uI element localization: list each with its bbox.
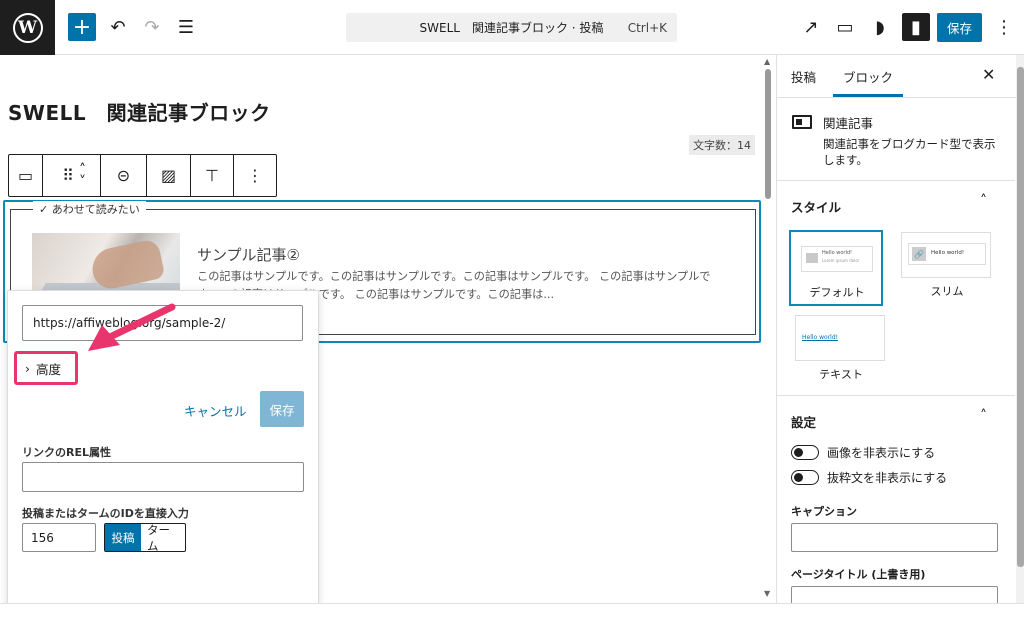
block-description: 関連記事をブログカード型で表示します。 bbox=[823, 137, 996, 167]
character-count: 文字数：14 bbox=[689, 135, 755, 155]
link-icon: 🔗 bbox=[912, 247, 926, 261]
styles-heading[interactable]: スタイル bbox=[791, 197, 841, 216]
document-overview-icon[interactable]: ☰ bbox=[172, 13, 200, 41]
settings-sidebar: 投稿 ブロック ✕ 関連記事 関連記事をブログカード型で表示します。 スタイル … bbox=[776, 55, 1024, 603]
type-post-button[interactable]: 投稿 bbox=[105, 524, 141, 551]
type-term-button[interactable]: ターム bbox=[141, 524, 185, 551]
block-toolbar: ▭ ⠿ ˄ ˅ ⊝ ▨ ⊤ ⋮ bbox=[8, 154, 277, 197]
page-title-label: ページタイトル (上書き用) bbox=[791, 568, 926, 581]
style-label: テキスト bbox=[819, 368, 863, 381]
preview-icon[interactable]: ▭ bbox=[831, 13, 859, 41]
toggle-label: 抜粋文を非表示にする bbox=[827, 471, 948, 485]
chevron-up-icon[interactable]: ˄ bbox=[980, 408, 987, 424]
block-mover: ⠿ ˄ ˅ bbox=[43, 155, 101, 196]
hide-image-icon[interactable]: ▨ bbox=[147, 155, 191, 196]
settings-sidebar-toggle[interactable]: ▮ bbox=[902, 13, 930, 41]
style-label: デフォルト bbox=[809, 286, 865, 299]
editor-scrollbar-thumb[interactable] bbox=[765, 69, 771, 199]
options-menu-icon[interactable]: ⋮ bbox=[990, 13, 1018, 41]
save-button[interactable]: 保存 bbox=[937, 13, 982, 42]
block-name: 関連記事 bbox=[823, 116, 874, 131]
bottom-bar bbox=[0, 603, 1024, 625]
toggle-label: 画像を非表示にする bbox=[827, 446, 936, 460]
advanced-toggle[interactable]: › 高度 bbox=[14, 351, 78, 385]
tab-post[interactable]: 投稿 bbox=[791, 67, 816, 86]
hide-excerpt-toggle[interactable] bbox=[791, 470, 819, 485]
rel-attribute-input[interactable] bbox=[22, 462, 304, 492]
style-preview-text: Hello world! bbox=[802, 334, 839, 341]
height-icon[interactable]: ⊤ bbox=[191, 155, 234, 196]
post-id-input[interactable]: 156 bbox=[22, 523, 96, 552]
tab-block[interactable]: ブロック bbox=[843, 67, 893, 86]
annotation-arrow-icon bbox=[88, 303, 176, 351]
hide-image-toggle[interactable] bbox=[791, 445, 819, 460]
tabs-divider bbox=[777, 97, 1024, 98]
caption-label: キャプション bbox=[791, 505, 857, 518]
advanced-label: 高度 bbox=[36, 361, 62, 377]
chevron-right-icon: › bbox=[25, 360, 30, 376]
id-type-toggle: 投稿 ターム bbox=[104, 523, 186, 552]
sidebar-scrollbar-thumb[interactable] bbox=[1017, 67, 1024, 567]
drag-handle-icon[interactable]: ⠿ bbox=[57, 166, 79, 185]
related-block-icon bbox=[792, 115, 812, 129]
style-text[interactable]: Hello world! テキスト bbox=[791, 311, 891, 387]
view-post-icon[interactable]: ↗ bbox=[797, 13, 825, 41]
link-save-button[interactable]: 保存 bbox=[260, 391, 304, 427]
move-down-icon[interactable]: ˅ bbox=[79, 175, 86, 189]
style-slim[interactable]: 🔗 Hello world! スリム bbox=[897, 228, 997, 304]
wordpress-logo-button[interactable]: W bbox=[0, 0, 55, 55]
divider bbox=[777, 395, 1015, 396]
redo-icon[interactable]: ↷ bbox=[138, 13, 166, 41]
rel-attribute-label: リンクのREL属性 bbox=[22, 446, 111, 459]
caption-input[interactable] bbox=[791, 523, 998, 552]
related-caption: ✓ あわせて読みたい bbox=[33, 201, 146, 217]
post-title[interactable]: SWELL 関連記事ブロック bbox=[8, 97, 271, 126]
link-popover: › 高度 キャンセル 保存 リンクのREL属性 投稿またはタームのIDを直接入力… bbox=[7, 290, 319, 610]
settings-heading[interactable]: 設定 bbox=[791, 412, 816, 431]
style-slim-preview: 🔗 Hello world! bbox=[901, 232, 991, 278]
block-type-icon[interactable]: ▭ bbox=[9, 155, 43, 196]
chevron-up-icon[interactable]: ˄ bbox=[980, 193, 987, 209]
more-options-icon[interactable]: ⋮ bbox=[234, 155, 276, 196]
close-icon[interactable]: ✕ bbox=[982, 65, 995, 84]
style-preview-text: Hello world! bbox=[931, 250, 965, 256]
cancel-button[interactable]: キャンセル bbox=[184, 401, 247, 420]
command-palette-button[interactable]: SWELL 関連記事ブロック · 投稿 Ctrl+K bbox=[346, 13, 677, 42]
wordpress-icon: W bbox=[12, 12, 43, 43]
scroll-down-arrow[interactable]: ▼ bbox=[764, 589, 770, 598]
related-title: サンプル記事② bbox=[197, 246, 300, 264]
page-title-input[interactable] bbox=[791, 586, 998, 603]
style-preview-subtext: Lorem ipsum dolor bbox=[822, 258, 860, 263]
undo-icon[interactable]: ↶ bbox=[104, 13, 132, 41]
command-shortcut: Ctrl+K bbox=[627, 20, 667, 35]
add-block-button[interactable]: + bbox=[68, 13, 96, 41]
link-icon[interactable]: ⊝ bbox=[101, 155, 147, 196]
style-preview-text: Hello world! bbox=[822, 250, 853, 256]
style-text-preview: Hello world! bbox=[795, 315, 885, 361]
style-default[interactable]: Hello world! Lorem ipsum dolor デフォルト bbox=[787, 228, 887, 306]
hide-image-toggle-row[interactable]: 画像を非表示にする bbox=[791, 444, 935, 461]
swell-icon[interactable]: ◗ bbox=[866, 13, 894, 41]
hide-excerpt-toggle-row[interactable]: 抜粋文を非表示にする bbox=[791, 469, 947, 486]
post-id-label: 投稿またはタームのIDを直接入力 bbox=[22, 507, 189, 520]
style-label: スリム bbox=[930, 285, 964, 298]
scroll-up-arrow[interactable]: ▲ bbox=[764, 57, 770, 66]
divider bbox=[777, 180, 1015, 181]
